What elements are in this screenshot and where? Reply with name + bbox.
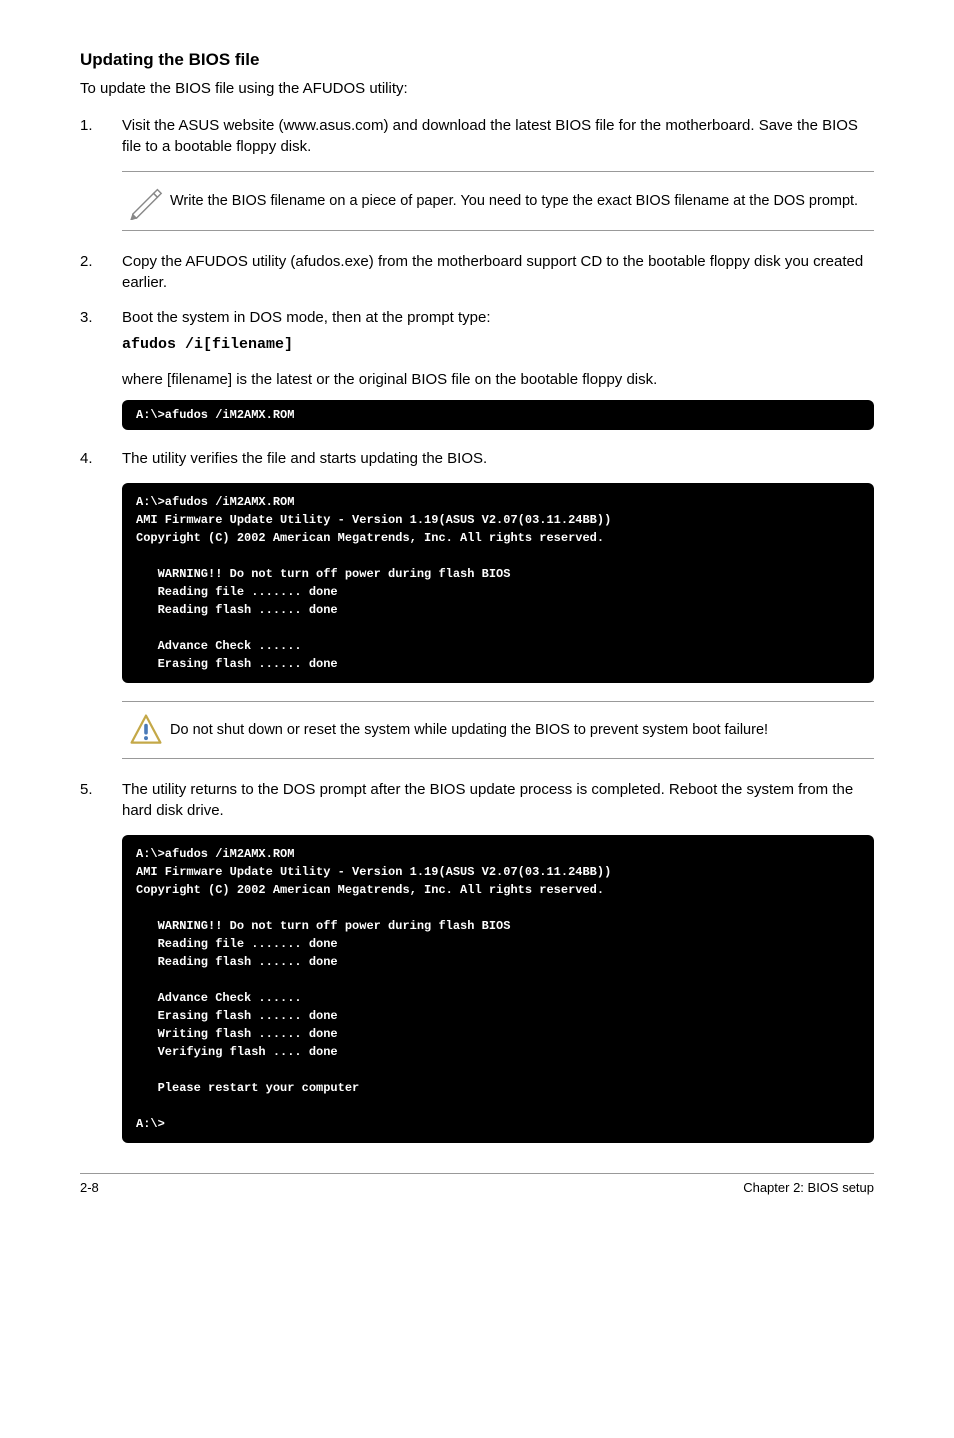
step-number: 2. [80, 251, 122, 293]
subtext: where [filename] is the latest or the or… [122, 369, 874, 390]
pencil-icon [122, 182, 170, 220]
step-2: 2. Copy the AFUDOS utility (afudos.exe) … [80, 251, 874, 293]
step-number: 5. [80, 779, 122, 821]
step-4: 4. The utility verifies the file and sta… [80, 448, 874, 469]
step-number: 4. [80, 448, 122, 469]
step-text: Boot the system in DOS mode, then at the… [122, 309, 491, 326]
page-number: 2-8 [80, 1180, 99, 1195]
intro-text: To update the BIOS file using the AFUDOS… [80, 80, 874, 97]
terminal-output-1: A:\>afudos /iM2AMX.ROM [122, 400, 874, 430]
page-footer: 2-8 Chapter 2: BIOS setup [80, 1173, 874, 1195]
warning-text: Do not shut down or reset the system whi… [170, 720, 874, 740]
step-1: 1. Visit the ASUS website (www.asus.com)… [80, 115, 874, 157]
step-content: Visit the ASUS website (www.asus.com) an… [122, 115, 874, 157]
step-content: Copy the AFUDOS utility (afudos.exe) fro… [122, 251, 874, 293]
terminal-output-2: A:\>afudos /iM2AMX.ROM AMI Firmware Upda… [122, 483, 874, 683]
step-content: Boot the system in DOS mode, then at the… [122, 307, 874, 355]
chapter-label: Chapter 2: BIOS setup [743, 1180, 874, 1195]
step-content: The utility verifies the file and starts… [122, 448, 874, 469]
command-text: afudos /i[filename] [122, 334, 874, 355]
warning-icon [122, 712, 170, 748]
step-3: 3. Boot the system in DOS mode, then at … [80, 307, 874, 355]
step-number: 1. [80, 115, 122, 157]
terminal-output-3: A:\>afudos /iM2AMX.ROM AMI Firmware Upda… [122, 835, 874, 1143]
step-content: The utility returns to the DOS prompt af… [122, 779, 874, 821]
warning-box: Do not shut down or reset the system whi… [122, 701, 874, 759]
section-heading: Updating the BIOS file [80, 50, 874, 70]
step-5: 5. The utility returns to the DOS prompt… [80, 779, 874, 821]
note-box: Write the BIOS filename on a piece of pa… [122, 171, 874, 231]
note-text: Write the BIOS filename on a piece of pa… [170, 191, 874, 211]
step-number: 3. [80, 307, 122, 355]
